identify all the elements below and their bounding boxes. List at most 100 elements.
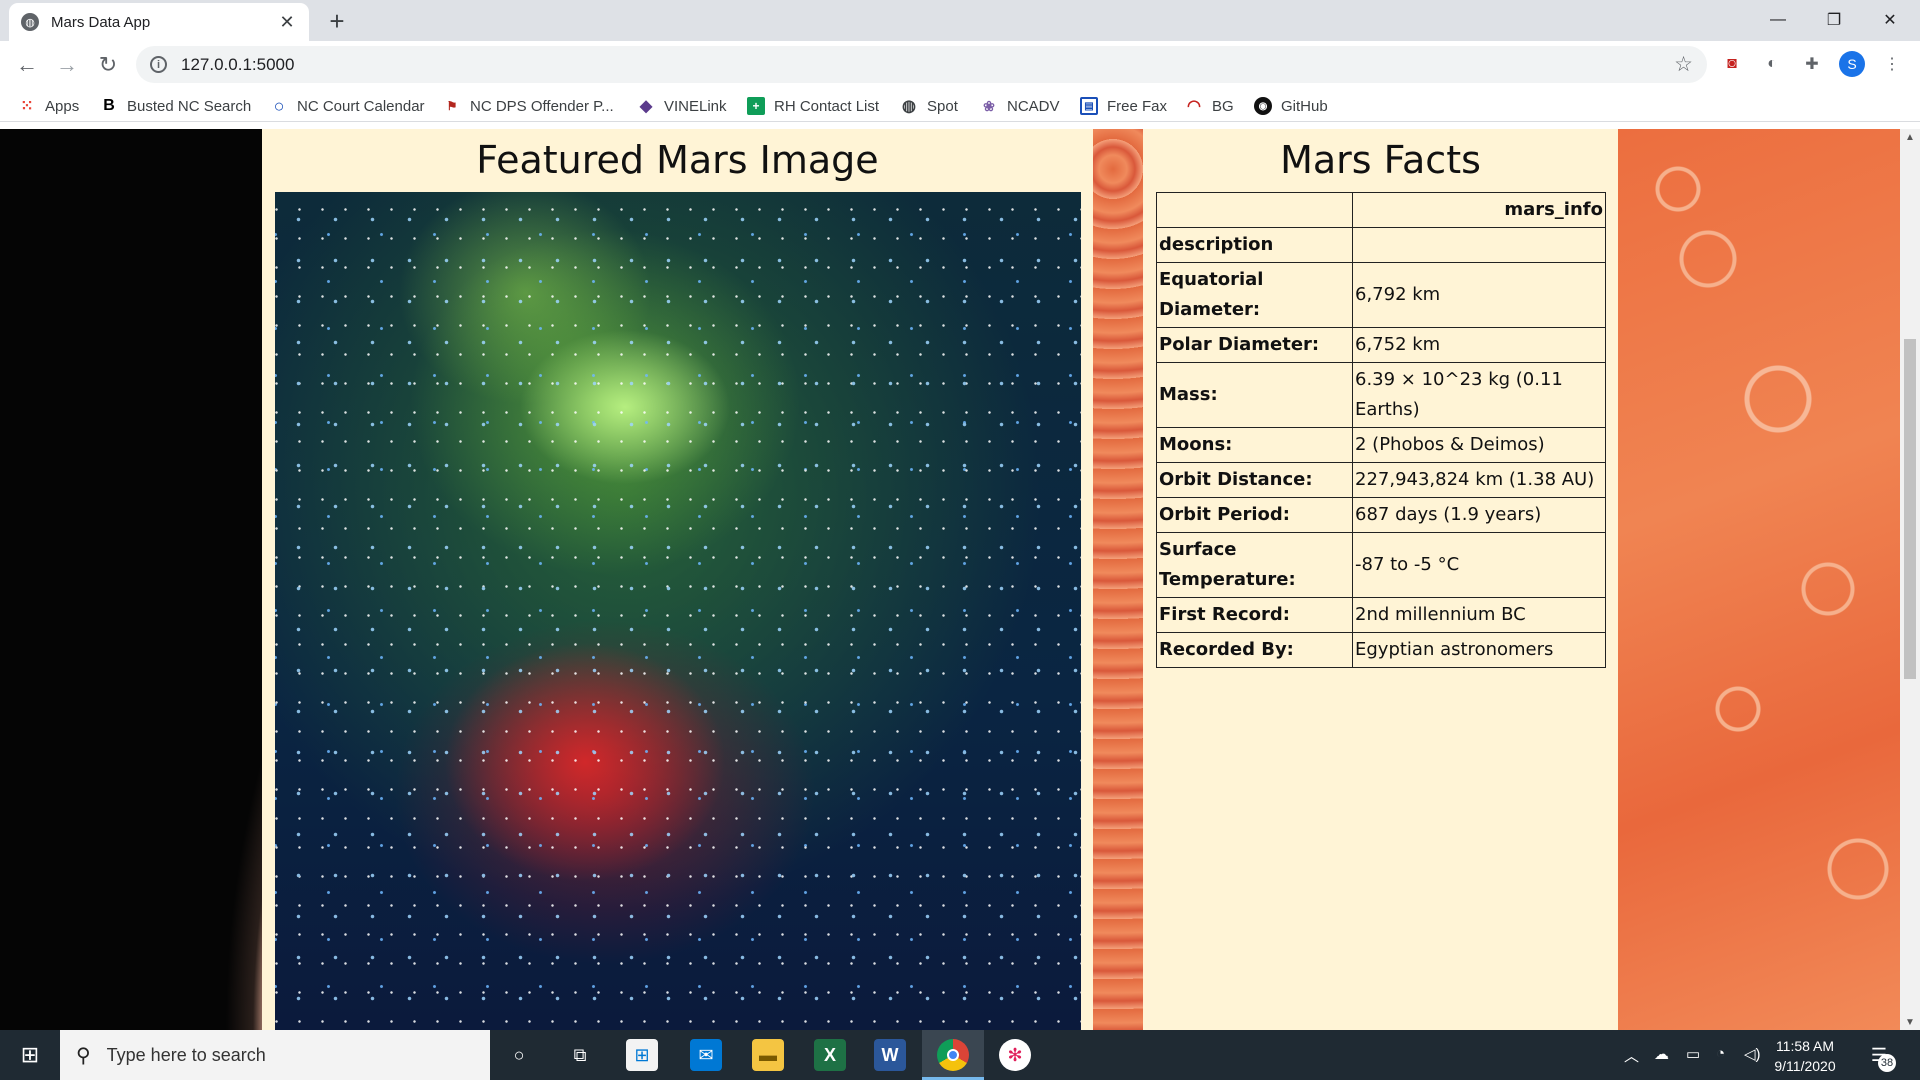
bookmark-label: NC DPS Offender P... [470, 97, 614, 115]
notification-center-icon[interactable]: ☰ 38 [1864, 1040, 1896, 1072]
fact-key: Equatorial Diameter: [1156, 262, 1353, 328]
pocket-extension-icon[interactable]: ◙ [1720, 52, 1744, 76]
index-empty-cell [1352, 227, 1606, 263]
taskbar-clock[interactable]: 11:58 AM 9/11/2020 [1760, 1036, 1850, 1076]
bookmark-label: NC Court Calendar [297, 97, 425, 115]
globe-icon: ◍ [902, 98, 916, 115]
taskbar-search[interactable]: ⚲ Type here to search [60, 1030, 490, 1080]
bookmark-vinelink[interactable]: ◆ VINELink [637, 95, 727, 117]
bookmark-nc-court-calendar[interactable]: ○ NC Court Calendar [270, 95, 425, 117]
fact-key: Moons: [1156, 427, 1353, 463]
scroll-up-icon[interactable]: ▲ [1900, 129, 1920, 145]
table-index-row: description [1156, 227, 1606, 263]
browser-tab[interactable]: ◍ Mars Data App ✕ [9, 3, 309, 41]
fact-value: 687 days (1.9 years) [1352, 497, 1606, 533]
bookmark-nc-dps-offender[interactable]: ⚑ NC DPS Offender P... [443, 95, 614, 117]
chrome-icon [937, 1039, 969, 1071]
site-info-icon[interactable]: i [150, 56, 167, 73]
bookmark-label: Free Fax [1107, 97, 1168, 115]
close-window-button[interactable]: ✕ [1862, 0, 1918, 40]
table-row: Recorded By: Egyptian astronomers [1156, 632, 1606, 668]
fact-key: Surface Temperature: [1156, 532, 1353, 598]
clock-date: 9/11/2020 [1774, 1058, 1836, 1074]
fact-value: 6,792 km [1352, 262, 1606, 328]
bookmark-apps[interactable]: ⁙ Apps [18, 95, 79, 117]
fact-value: 227,943,824 km (1.38 AU) [1352, 462, 1606, 498]
background-planet-image [0, 129, 262, 1030]
profile-avatar[interactable]: S [1839, 51, 1865, 77]
fact-key: Recorded By: [1156, 632, 1353, 668]
bookmark-ncadv[interactable]: ❀ NCADV [980, 95, 1059, 117]
fact-value: 2 (Phobos & Deimos) [1352, 427, 1606, 463]
scroll-down-icon[interactable]: ▼ [1900, 1014, 1920, 1030]
search-icon: ⚲ [76, 1044, 91, 1067]
bookmark-busted-nc-search[interactable]: B Busted NC Search [100, 95, 251, 117]
bookmark-github[interactable]: ◉ GitHub [1254, 95, 1328, 117]
reload-button[interactable]: ↻ [93, 50, 123, 80]
page-scrollbar[interactable]: ▲ ▼ [1900, 129, 1920, 1030]
circle-outline-icon: ○ [273, 95, 285, 116]
vine-icon: ◆ [639, 98, 653, 115]
outlook-icon[interactable]: ✉ [690, 1039, 722, 1071]
bookmark-label: Apps [45, 97, 80, 115]
chrome-taskbar-button[interactable] [922, 1030, 984, 1080]
menu-kebab-icon[interactable]: ⋮ [1880, 52, 1904, 76]
store-icon[interactable]: ⊞ [626, 1039, 658, 1071]
bookmark-star-icon[interactable]: ☆ [1674, 52, 1693, 77]
dots-logo-icon: ❀ [983, 97, 995, 114]
restore-button[interactable]: ❐ [1806, 0, 1862, 40]
puzzle-extensions-icon[interactable]: ✚ [1800, 52, 1824, 76]
fact-key: Mass: [1156, 362, 1353, 428]
address-bar[interactable]: i 127.0.0.1:5000 ☆ [136, 46, 1707, 83]
tab-close-icon[interactable]: ✕ [277, 12, 297, 33]
column-header-mars-info: mars_info [1352, 192, 1606, 228]
bookmark-rh-contact-list[interactable]: + RH Contact List [747, 95, 879, 117]
table-row: Orbit Period: 687 days (1.9 years) [1156, 497, 1606, 533]
start-button[interactable]: ⊞ [0, 1030, 60, 1080]
volume-icon[interactable]: ◁) [1744, 1045, 1761, 1063]
page-viewport[interactable]: Featured Mars Image Mars Facts mars_info… [0, 129, 1900, 1030]
cortana-icon[interactable]: ○ [503, 1039, 535, 1071]
fact-value: -87 to -5 °C [1352, 532, 1606, 598]
table-row: First Record: 2nd millennium BC [1156, 597, 1606, 633]
bookmark-bg[interactable]: ◠ BG [1185, 95, 1234, 117]
fact-key: Orbit Period: [1156, 497, 1353, 533]
wifi-icon[interactable]: ◔ [1716, 1045, 1725, 1062]
circle-extension-icon[interactable]: ◐ [1760, 52, 1784, 76]
scrollbar-thumb[interactable] [1904, 339, 1916, 679]
mars-facts-table: mars_info description Equatorial Diamete… [1156, 192, 1606, 668]
task-view-icon[interactable]: ⧉ [564, 1039, 596, 1071]
arc-icon: ◠ [1187, 98, 1201, 115]
mars-facts-panel: Mars Facts mars_info description Equator… [1143, 129, 1618, 1030]
slack-icon[interactable]: ✻ [999, 1039, 1031, 1071]
apps-grid-icon: ⁙ [20, 98, 34, 115]
bookmark-label: BG [1212, 97, 1234, 115]
reload-icon: ↻ [98, 52, 118, 77]
forward-button[interactable]: → [52, 50, 82, 80]
featured-mars-image [275, 192, 1081, 1030]
back-button[interactable]: ← [12, 50, 42, 80]
onedrive-icon[interactable]: ☁ [1654, 1045, 1669, 1063]
table-row: Polar Diameter: 6,752 km [1156, 327, 1606, 363]
mars-facts-heading: Mars Facts [1280, 138, 1481, 182]
arrow-right-icon: → [56, 52, 78, 77]
address-url[interactable]: 127.0.0.1:5000 [181, 55, 294, 75]
fact-value: Egyptian astronomers [1352, 632, 1606, 668]
file-explorer-icon[interactable]: ▬ [752, 1039, 784, 1071]
minimize-button[interactable]: — [1750, 0, 1806, 40]
fax-icon: ▤ [1080, 97, 1098, 115]
table-row: Orbit Distance: 227,943,824 km (1.38 AU) [1156, 462, 1606, 498]
starfield [275, 192, 1081, 1030]
table-corner-cell [1156, 192, 1353, 228]
windows-logo-icon: ⊞ [20, 1042, 40, 1067]
bookmark-free-fax[interactable]: ▤ Free Fax [1080, 95, 1167, 117]
battery-icon[interactable]: ▭ [1686, 1045, 1700, 1063]
new-tab-button[interactable]: + [322, 6, 352, 36]
bookmark-spot[interactable]: ◍ Spot [900, 95, 958, 117]
clock-time: 11:58 AM [1775, 1038, 1835, 1054]
bookmark-label: Spot [927, 97, 958, 115]
excel-icon[interactable]: X [814, 1039, 846, 1071]
word-icon[interactable]: W [874, 1039, 906, 1071]
background-mars-surface [1093, 129, 1143, 1030]
tray-overflow-icon[interactable]: ︿ [1624, 1045, 1639, 1066]
